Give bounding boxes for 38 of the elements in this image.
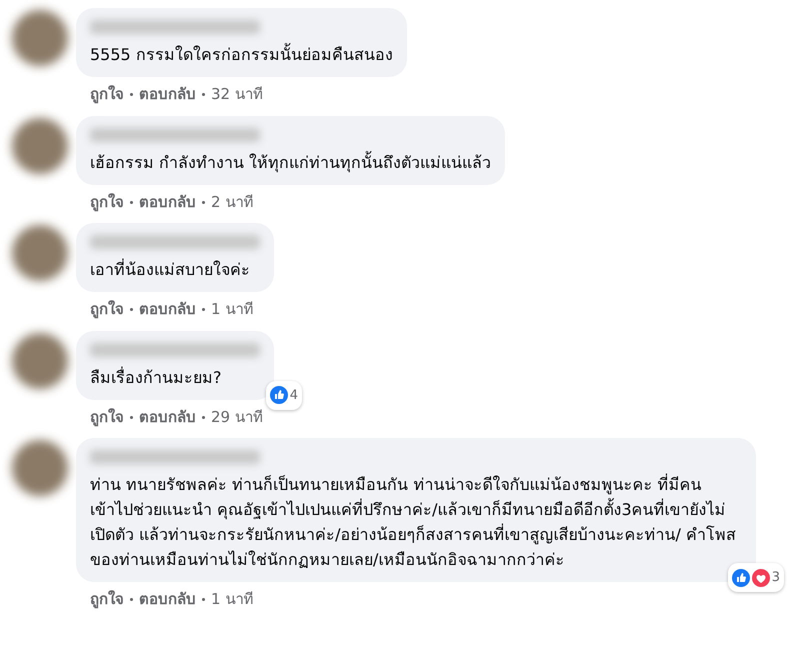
separator-dot: [202, 200, 205, 204]
avatar[interactable]: [12, 440, 68, 496]
reply-link[interactable]: ตอบกลับ: [139, 300, 196, 318]
separator-dot: [130, 93, 133, 96]
comment-time[interactable]: 1 นาที: [211, 590, 254, 608]
comment-time[interactable]: 2 นาที: [211, 192, 254, 210]
comment-text: เฮ้อกรรม กำลังทำงาน ให้ทุกแก่ท่านทุกนั้นถึงตัวแม่แน่แล้ว: [90, 150, 492, 174]
like-link[interactable]: ถูกใจ: [90, 590, 124, 608]
avatar[interactable]: [12, 10, 68, 66]
separator-dot: [130, 308, 133, 312]
like-icon: [732, 568, 750, 586]
reply-link[interactable]: ตอบกลับ: [139, 192, 196, 210]
reaction-count[interactable]: 4: [266, 380, 302, 410]
avatar[interactable]: [12, 332, 68, 388]
reply-link[interactable]: ตอบกลับ: [139, 408, 196, 426]
like-icon: [270, 386, 288, 404]
separator-dot: [202, 308, 205, 312]
comment-text: เอาที่น้องแม่สบายใจค่ะ: [90, 258, 251, 281]
comment-time[interactable]: 1 นาที: [211, 300, 254, 318]
separator-dot: [130, 200, 133, 204]
separator-dot: [202, 416, 205, 419]
avatar[interactable]: [12, 225, 68, 281]
like-link[interactable]: ถูกใจ: [90, 408, 124, 426]
separator-dot: [202, 93, 205, 96]
separator-dot: [130, 598, 133, 602]
like-link[interactable]: ถูกใจ: [90, 85, 124, 103]
reply-link[interactable]: ตอบกลับ: [139, 590, 196, 608]
like-link[interactable]: ถูกใจ: [90, 192, 124, 210]
reaction-count[interactable]: 3: [728, 563, 784, 592]
comment-text: ลืมเรื่องก้านมะยม?: [90, 366, 222, 388]
avatar[interactable]: [12, 118, 68, 174]
separator-dot: [130, 416, 133, 419]
comment-time[interactable]: 32 นาที: [211, 85, 263, 103]
comment-time[interactable]: 29 นาที: [211, 408, 263, 426]
separator-dot: [202, 598, 205, 602]
like-link[interactable]: ถูกใจ: [90, 300, 124, 318]
comment-text: 5555 กรรมใดใครก่อกรรมนั้นย่อมคืนสนอง: [90, 42, 393, 66]
reply-link[interactable]: ตอบกลับ: [139, 85, 196, 103]
